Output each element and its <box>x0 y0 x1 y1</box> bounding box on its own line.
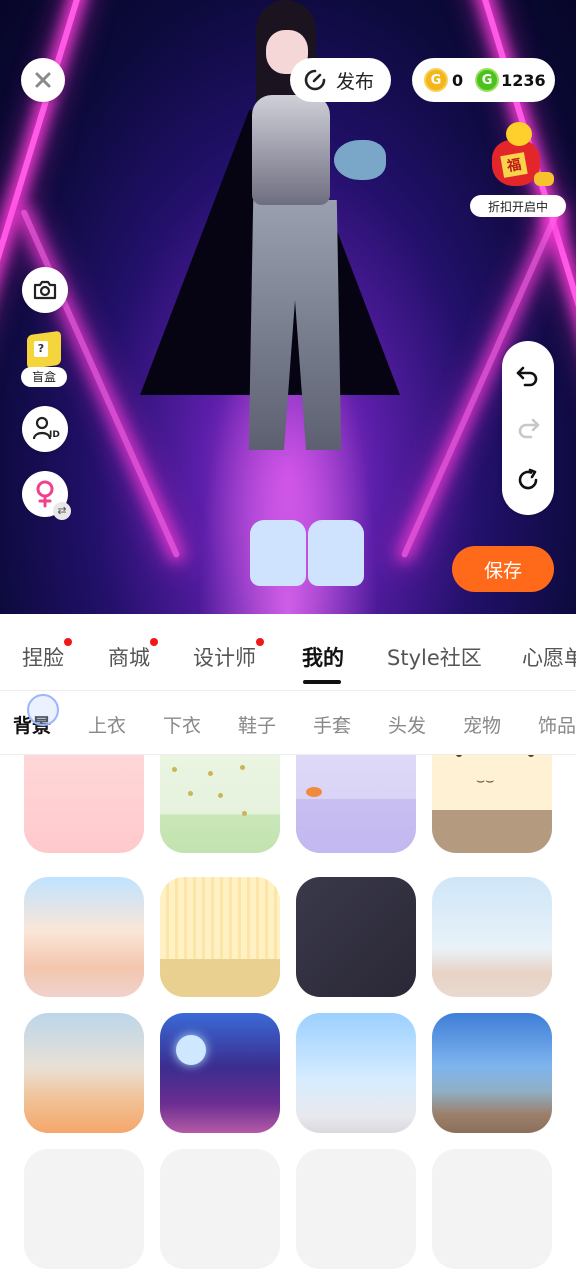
blindbox-button[interactable]: ? 盲盒 <box>21 330 69 388</box>
bg-tile-green-dots[interactable] <box>160 755 280 853</box>
notification-dot <box>256 638 264 646</box>
category-gloves[interactable]: 手套 <box>313 711 351 738</box>
avatar-shoe-left <box>250 520 306 586</box>
wardrobe-panel: 捏脸 商城 设计师 我的 Style社区 心愿单 背景 <box>0 614 576 1280</box>
notification-dot <box>150 638 158 646</box>
moon-icon <box>176 1035 206 1065</box>
bg-tile-placeholder <box>24 1149 144 1269</box>
background-grid: ⌣⌣ <box>0 755 576 1280</box>
bg-tile-night-city[interactable] <box>160 1013 280 1133</box>
green-coin-icon: G <box>475 68 500 92</box>
save-button[interactable]: 保存 <box>452 546 554 592</box>
tab-style-community[interactable]: Style社区 <box>387 642 482 672</box>
gold-coin-value: 0 <box>452 70 464 90</box>
bg-tile-desert-dunes[interactable] <box>24 1013 144 1133</box>
bg-tile-city-rooftop[interactable] <box>432 1013 552 1133</box>
undo-button[interactable] <box>515 363 541 389</box>
redo-icon <box>518 418 540 439</box>
history-controls <box>502 341 554 515</box>
avatar-character[interactable] <box>140 0 440 600</box>
bg-tile-lavender-space[interactable] <box>296 755 416 853</box>
category-accessories[interactable]: 饰品 <box>538 711 576 738</box>
female-icon <box>36 480 54 508</box>
bg-tile-pink-solid[interactable] <box>24 755 144 853</box>
camera-icon <box>33 280 57 300</box>
bg-tile-placeholder <box>432 1149 552 1269</box>
bg-tile-yellow-stripes[interactable] <box>160 877 280 997</box>
avatar-id-button[interactable]: ID <box>22 406 68 452</box>
bg-tile-bear-face[interactable]: ⌣⌣ <box>432 755 552 853</box>
tab-face[interactable]: 捏脸 <box>22 638 72 672</box>
avatar-top <box>252 95 330 205</box>
notification-dot <box>64 638 72 646</box>
promo-label: 折扣开启中 <box>470 195 566 217</box>
bg-tile-cloud-window[interactable] <box>296 1013 416 1133</box>
category-shoes[interactable]: 鞋子 <box>238 711 276 738</box>
redo-button[interactable] <box>515 415 541 441</box>
bg-tile-dark-slate[interactable] <box>296 877 416 997</box>
reset-button[interactable] <box>515 467 541 493</box>
category-hair[interactable]: 头发 <box>388 711 426 738</box>
active-tab-indicator <box>303 680 341 684</box>
avatar-stage: 发布 G 0 G 1236 福 折扣开启中 ? 盲盒 ID ⇄ 保存 <box>0 0 576 614</box>
pet-shark <box>334 140 386 180</box>
publish-icon <box>304 69 326 91</box>
bg-tile-window-room[interactable] <box>432 877 552 997</box>
swap-icon: ⇄ <box>53 502 71 520</box>
gender-switch-button[interactable]: ⇄ <box>22 471 71 520</box>
tab-shop[interactable]: 商城 <box>108 638 158 672</box>
blindbox-label: 盲盒 <box>21 367 67 387</box>
category-bottom[interactable]: 下衣 <box>163 711 201 738</box>
refresh-icon <box>518 468 538 490</box>
green-coin-value: 1236 <box>501 70 546 90</box>
tab-mine[interactable]: 我的 <box>302 642 344 684</box>
avatar-shoe-right <box>308 520 364 586</box>
bg-tile-placeholder <box>160 1149 280 1269</box>
bg-tile-placeholder <box>296 1149 416 1269</box>
camera-button[interactable] <box>22 267 68 313</box>
fortune-bag-icon: 福 <box>490 122 554 192</box>
id-badge: ID <box>49 430 60 440</box>
currency-display[interactable]: G 0 G 1236 <box>412 58 555 102</box>
bg-tile-palace-hall[interactable] <box>24 877 144 997</box>
main-tab-bar: 捏脸 商城 设计师 我的 Style社区 心愿单 <box>0 614 576 691</box>
undo-icon <box>516 366 538 387</box>
category-top[interactable]: 上衣 <box>88 711 126 738</box>
close-button[interactable] <box>21 58 65 102</box>
close-icon <box>35 72 51 88</box>
category-pets[interactable]: 宠物 <box>463 711 501 738</box>
publish-button[interactable]: 发布 <box>290 58 391 102</box>
category-tab-bar: 背景 上衣 下衣 鞋子 手套 头发 宠物 饰品 <box>0 691 576 755</box>
tab-wishlist[interactable]: 心愿单 <box>522 642 576 672</box>
gold-coin-icon: G <box>424 68 448 92</box>
tab-designer[interactable]: 设计师 <box>193 638 264 672</box>
discount-promo[interactable]: 福 折扣开启中 <box>470 122 566 217</box>
publish-label: 发布 <box>336 70 375 93</box>
touch-indicator <box>27 694 59 726</box>
